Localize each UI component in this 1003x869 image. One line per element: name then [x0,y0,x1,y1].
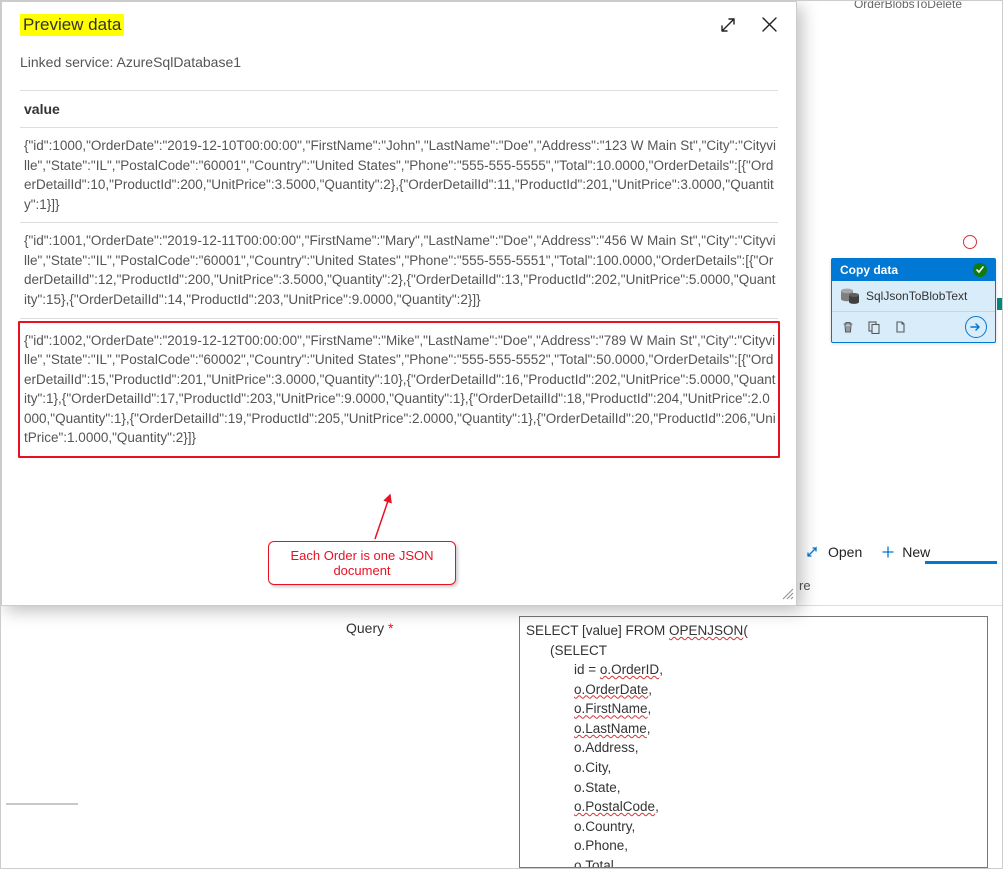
panel-title: Preview data [20,14,124,36]
clone-icon[interactable] [866,319,882,335]
preview-table: value {"id":1000,"OrderDate":"2019-12-10… [20,90,778,458]
resize-handle-icon[interactable] [780,586,794,603]
canvas-item-label: OrderBlobsToDelete [854,0,962,11]
activity-connector[interactable] [997,298,1003,310]
open-label: Open [828,544,862,560]
activity-type-label: Copy data [840,263,898,277]
linked-service-row: Linked service: AzureSqlDatabase1 [20,54,778,70]
expand-icon[interactable] [719,16,737,37]
table-row[interactable]: {"id":1000,"OrderDate":"2019-12-10T00:00… [20,128,778,223]
table-row[interactable]: {"id":1002,"OrderDate":"2019-12-12T00:00… [18,321,780,458]
expand-arrow-icon[interactable] [965,316,987,338]
annotation-arrow [372,491,402,541]
decorative-line [6,803,78,805]
annotation-callout: Each Order is one JSON document [268,541,456,585]
new-label: New [902,544,930,560]
column-header: value [20,91,778,128]
query-textarea[interactable]: SELECT [value] FROM OPENJSON((SELECTid =… [519,616,988,868]
tab-underline [925,561,997,564]
database-icon [840,287,860,305]
table-row[interactable]: {"id":1001,"OrderDate":"2019-12-11T00:00… [20,223,778,318]
query-label: Query * [346,620,393,636]
activity-name-label: SqlJsonToBlobText [866,289,967,303]
validation-error-icon[interactable] [963,235,977,249]
open-button[interactable]: Open [806,544,862,560]
check-icon [973,263,987,277]
query-section: Query * SELECT [value] FROM OPENJSON((SE… [1,605,1002,868]
copy-data-activity[interactable]: Copy data SqlJsonToBlobText [831,258,996,343]
close-icon[interactable] [761,16,778,37]
new-button[interactable]: New [880,544,930,560]
delete-icon[interactable] [840,319,856,335]
truncated-label: re [799,578,811,593]
preview-data-panel: Preview data Linked service: AzureSqlDat… [1,1,797,606]
copy-icon[interactable] [892,319,908,335]
